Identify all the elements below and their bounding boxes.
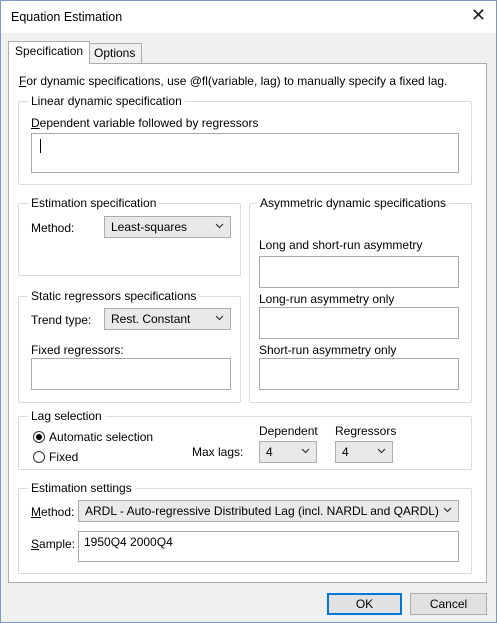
automatic-selection-label[interactable]: Automatic selection xyxy=(49,430,153,444)
max-lags-label: Max lags: xyxy=(192,445,244,459)
chevron-down-icon xyxy=(215,313,224,322)
dependent-variable-label: Dependent variable followed by regressor… xyxy=(31,116,258,130)
fixed-regressors-input[interactable] xyxy=(31,358,231,390)
estimation-settings-legend: Estimation settings xyxy=(28,481,135,495)
settings-method-text: ethod: xyxy=(41,505,75,519)
trend-type-value: Rest. Constant xyxy=(111,312,191,326)
sample-input[interactable]: 1950Q4 2000Q4 xyxy=(78,531,459,562)
dependent-variable-accel: D xyxy=(31,116,40,130)
ok-button[interactable]: OK xyxy=(327,593,402,615)
window-title: Equation Estimation xyxy=(11,10,123,24)
dependent-lags-value: 4 xyxy=(266,445,273,459)
tab-specification-label: Specification xyxy=(15,44,84,58)
dependent-lags-label: Dependent xyxy=(259,424,318,438)
estimation-method-label: Method: xyxy=(31,221,75,235)
lag-selection-legend: Lag selection xyxy=(28,409,105,423)
sample-label: Sample: xyxy=(31,537,75,551)
tab-options-label: Options xyxy=(94,46,136,60)
estimation-method-value: Least-squares xyxy=(111,220,188,234)
settings-method-label: Method: xyxy=(31,505,74,519)
short-run-asym-label: Short-run asymmetry only xyxy=(259,343,397,357)
cancel-button[interactable]: Cancel xyxy=(410,593,487,615)
dynamic-hint: For dynamic specifications, use @fl(vari… xyxy=(19,74,447,88)
settings-method-accel: M xyxy=(31,505,41,519)
short-run-asym-input[interactable] xyxy=(259,358,459,390)
regressors-lags-label: Regressors xyxy=(335,424,397,438)
text-cursor xyxy=(40,139,41,153)
linear-dynamic-legend: Linear dynamic specification xyxy=(28,94,185,108)
automatic-selection-radio[interactable] xyxy=(33,431,45,443)
asymmetric-legend: Asymmetric dynamic specifications xyxy=(257,196,450,210)
dialog-window: Equation Estimation ✕ Specification Opti… xyxy=(0,0,497,623)
tab-specification[interactable]: Specification xyxy=(8,41,91,64)
title-bar: Equation Estimation ✕ xyxy=(1,1,496,33)
static-regressors-legend: Static regressors specifications xyxy=(28,289,200,303)
radio-selected-dot xyxy=(36,434,42,440)
estimation-method-select[interactable]: Least-squares xyxy=(104,216,231,238)
fixed-regressors-label: Fixed regressors: xyxy=(31,343,124,357)
settings-method-value: ARDL - Auto-regressive Distributed Lag (… xyxy=(85,504,439,518)
sample-accel: S xyxy=(31,537,40,551)
regressors-lags-value: 4 xyxy=(342,445,349,459)
dependent-variable-input[interactable] xyxy=(31,133,459,173)
dependent-variable-text: ependent variable followed by regressors xyxy=(39,116,259,130)
trend-type-label: Trend type: xyxy=(31,313,92,327)
long-short-asym-label: Long and short-run asymmetry xyxy=(259,238,423,252)
dependent-lags-select[interactable]: 4 xyxy=(259,441,317,463)
tab-options[interactable]: Options xyxy=(87,43,143,64)
settings-method-select[interactable]: ARDL - Auto-regressive Distributed Lag (… xyxy=(78,500,459,522)
long-short-asym-input[interactable] xyxy=(259,256,459,288)
long-run-asym-label: Long-run asymmetry only xyxy=(259,292,395,306)
regressors-lags-select[interactable]: 4 xyxy=(335,441,393,463)
estimation-spec-group xyxy=(18,203,241,276)
chevron-down-icon xyxy=(301,446,310,455)
fixed-lag-label[interactable]: Fixed xyxy=(49,450,78,464)
chevron-down-icon xyxy=(443,505,452,514)
close-icon[interactable]: ✕ xyxy=(471,6,486,24)
sample-text: ample: xyxy=(39,537,76,551)
dynamic-hint-text: or dynamic specifications, use @fl(varia… xyxy=(26,74,448,88)
fixed-lag-radio[interactable] xyxy=(33,451,45,463)
estimation-spec-legend: Estimation specification xyxy=(28,196,160,210)
long-run-asym-input[interactable] xyxy=(259,307,459,339)
trend-type-select[interactable]: Rest. Constant xyxy=(104,308,231,330)
chevron-down-icon xyxy=(215,221,224,230)
chevron-down-icon xyxy=(377,446,386,455)
